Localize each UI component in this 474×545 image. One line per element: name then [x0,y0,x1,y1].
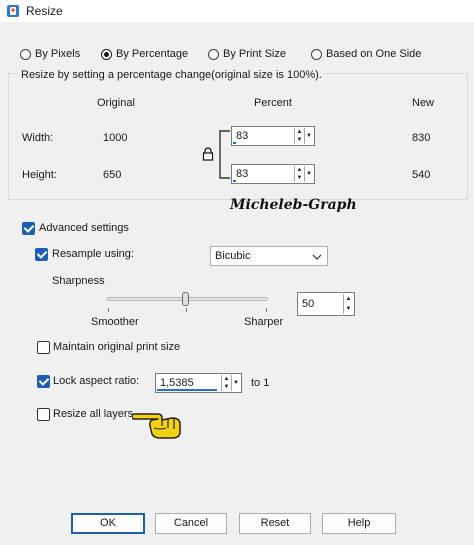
maintain-print-size-checkbox[interactable] [37,341,50,354]
advanced-settings-label: Advanced settings [39,222,129,234]
title-bar: Resize [0,0,474,22]
spin-down-icon[interactable]: ▼ [296,174,303,182]
spin-up-icon[interactable]: ▲ [223,375,230,383]
slider-tick [186,308,187,312]
spin-down-icon[interactable]: ▼ [296,136,303,144]
spin-arrows[interactable]: ▲ ▼ [294,166,304,182]
width-label: Width: [22,132,54,144]
groupbox-legend: Resize by setting a percentage change(or… [18,69,325,81]
resize-all-layers-checkbox[interactable] [37,408,50,421]
height-original-value: 650 [103,169,122,181]
slider-tick [108,308,109,312]
width-original-value: 1000 [103,132,128,144]
spin-up-icon[interactable]: ▲ [345,294,352,304]
cancel-button[interactable]: Cancel [155,513,227,534]
lock-icon[interactable] [202,147,214,161]
aspect-ratio-spinbox[interactable]: 1,5385 ▲ ▼ ▼ [155,373,242,393]
resample-method-value: Bicubic [215,250,251,262]
window-title: Resize [26,4,63,18]
sharpness-label: Sharpness [52,275,105,287]
radio-label: By Percentage [116,48,189,60]
spin-down-icon[interactable]: ▼ [345,304,352,314]
lock-aspect-ratio-checkbox[interactable] [37,375,50,388]
focus-underline [157,389,217,391]
aspect-ratio-value[interactable]: 1,5385 [160,377,194,389]
radio-circle[interactable] [101,49,112,60]
spin-dropdown-icon[interactable]: ▼ [231,375,240,391]
height-percent-spinbox[interactable]: 83 ▲ ▼ ▼ [231,164,315,184]
spin-arrows[interactable]: ▲ ▼ [343,294,353,314]
col-new-header: New [412,97,435,109]
spin-dropdown-icon[interactable]: ▼ [304,166,313,182]
radio-label: By Print Size [223,48,286,60]
resample-method-dropdown[interactable]: Bicubic [210,246,328,266]
ok-button[interactable]: OK [71,513,145,534]
app-icon [7,5,19,17]
height-new-value: 540 [412,169,431,181]
width-new-value: 830 [412,132,431,144]
aspect-ratio-suffix: to 1 [251,377,270,389]
resample-label: Resample using: [52,248,134,260]
lock-aspect-ratio-label: Lock aspect ratio: [53,375,140,387]
spin-up-icon[interactable]: ▲ [296,128,303,136]
radio-circle[interactable] [311,49,322,60]
focus-caret [233,142,236,144]
watermark-text: Micheleb-Graph [230,197,357,213]
height-percent-value[interactable]: 83 [236,168,248,180]
col-percent-header: Percent [254,97,292,109]
chevron-down-icon [312,254,322,260]
radio-circle[interactable] [20,49,31,60]
sharpness-slider-thumb[interactable] [182,292,189,306]
pointing-hand-icon [132,413,181,439]
spin-arrows[interactable]: ▲ ▼ [221,375,231,391]
slider-tick [266,308,267,312]
focus-caret [233,180,236,182]
radio-circle[interactable] [208,49,219,60]
height-label: Height: [22,169,57,181]
advanced-settings-checkbox[interactable] [22,222,35,235]
maintain-print-size-label: Maintain original print size [53,341,181,353]
spin-dropdown-icon[interactable]: ▼ [304,128,313,144]
resize-all-layers-label: Resize all layers [53,408,134,420]
help-button[interactable]: Help [322,513,396,534]
width-percent-value[interactable]: 83 [236,130,248,142]
spin-down-icon[interactable]: ▼ [223,383,230,391]
sharpness-value[interactable]: 50 [302,298,314,310]
sharpness-max-label: Sharper [244,316,284,328]
sharpness-spinbox[interactable]: 50 ▲ ▼ [297,292,355,316]
col-original-header: Original [97,97,135,109]
resample-checkbox[interactable] [35,248,48,261]
sharpness-min-label: Smoother [91,316,139,328]
radio-label: By Pixels [35,48,81,60]
reset-button[interactable]: Reset [239,513,311,534]
spin-arrows[interactable]: ▲ ▼ [294,128,304,144]
spin-up-icon[interactable]: ▲ [296,166,303,174]
width-percent-spinbox[interactable]: 83 ▲ ▼ ▼ [231,126,315,146]
radio-label: Based on One Side [326,48,422,60]
